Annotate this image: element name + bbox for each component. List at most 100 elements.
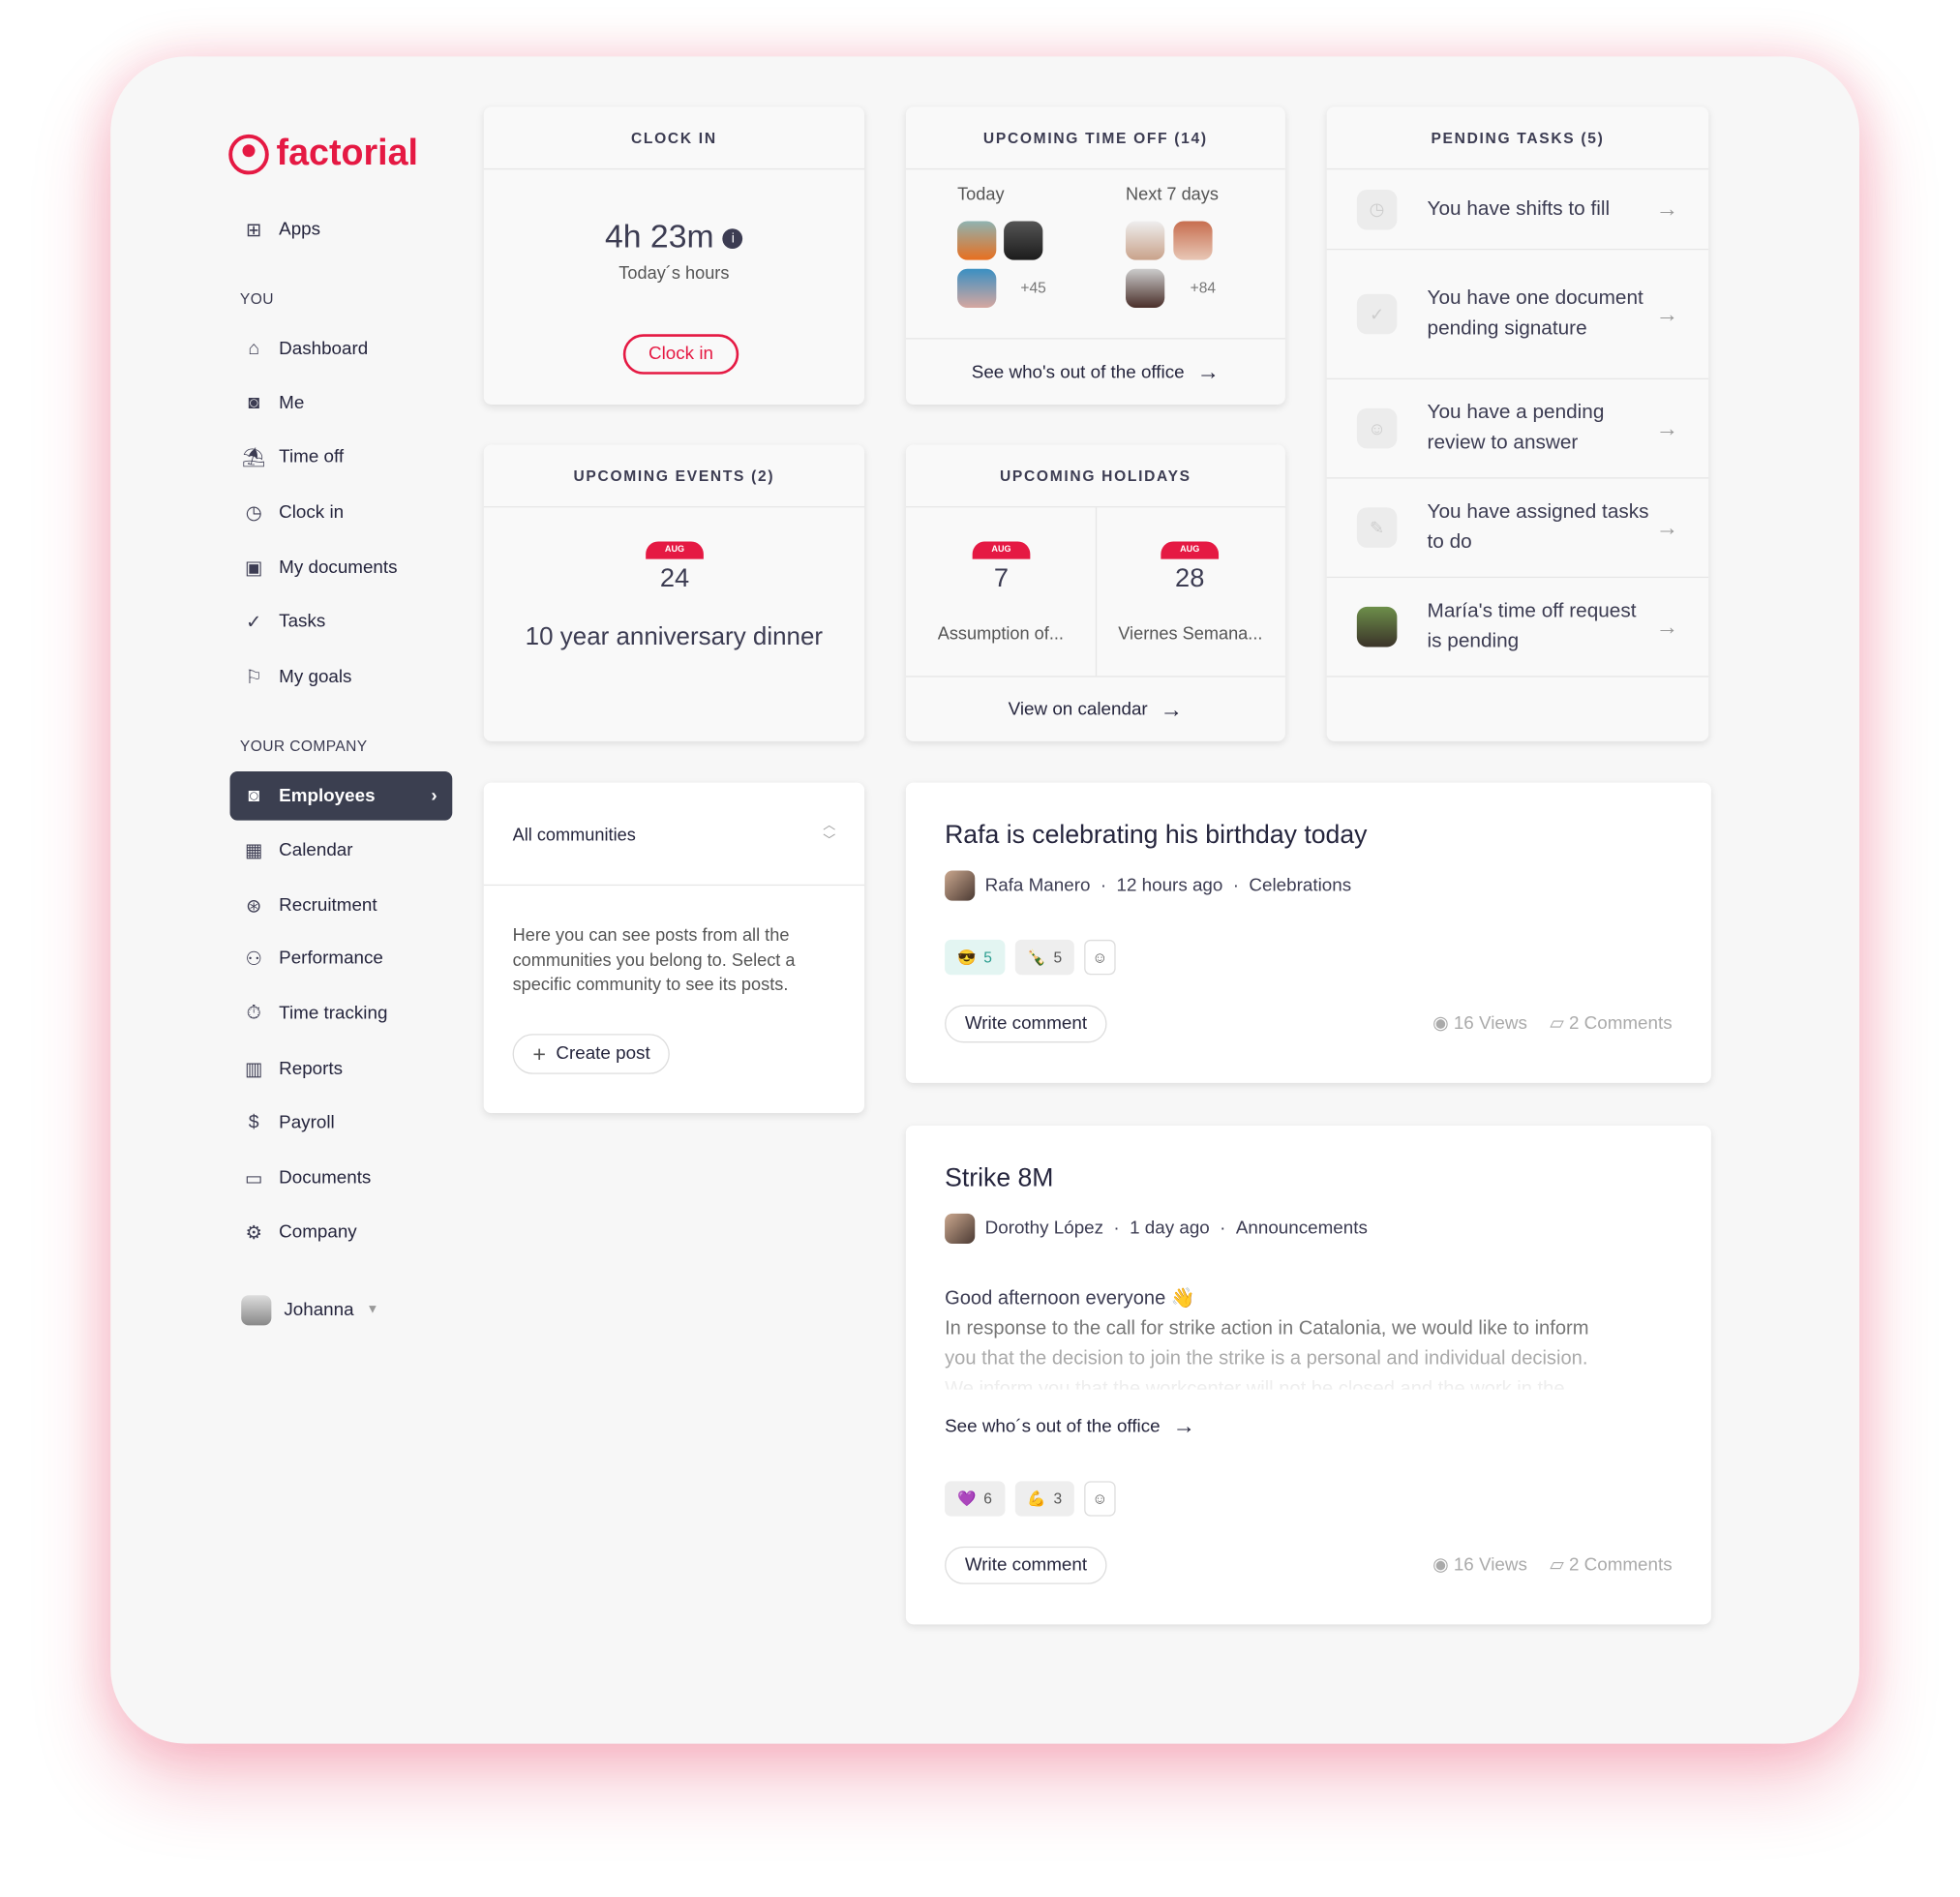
task-item[interactable]: ✓ You have one document pending signature… [1326,250,1709,379]
avatar [241,1294,272,1325]
hours-value: 4h 23m [605,217,714,256]
emoji: 💜 [957,1490,977,1508]
sidebar-item-my-goals[interactable]: ⚐ My goals [230,652,453,702]
sidebar-item-clock-in[interactable]: ◷ Clock in [230,488,453,537]
write-comment-button[interactable]: Write comment [945,1546,1107,1584]
sidebar-item-me[interactable]: ◙ Me [230,378,453,428]
reaction[interactable]: 😎 5 [945,939,1005,976]
community[interactable]: Celebrations [1249,876,1351,896]
smiley-plus-icon: ☺ [1092,948,1108,967]
post-meta: Dorothy López · 1 day ago · Announcements [945,1213,1368,1245]
card-title: UPCOMING HOLIDAYS [905,444,1285,508]
hours-subtitle: Today´s hours [618,262,730,284]
factorial-logo[interactable]: factorial [228,134,418,175]
author-avatar[interactable] [945,1213,976,1245]
avatar[interactable] [1126,268,1165,309]
post-meta: Rafa Manero · 12 hours ago · Celebrations [945,870,1351,901]
sidebar-item-tasks[interactable]: ✓ Tasks [230,597,453,647]
sidebar-item-apps[interactable]: ⊞ Apps [230,205,453,255]
nav-label: My goals [279,666,352,687]
emoji: 😎 [957,948,977,967]
comments[interactable]: ▱ 2 Comments [1550,1555,1672,1576]
author[interactable]: Rafa Manero [985,876,1091,896]
post-stats: ◉ 16 Views ▱ 2 Comments [1432,1013,1672,1034]
add-reaction-button[interactable]: ☺ [1084,1481,1116,1517]
sidebar-item-calendar[interactable]: ▦ Calendar [230,826,453,875]
author[interactable]: Dorothy López [985,1219,1103,1239]
nav-label: Company [279,1221,357,1243]
holiday-name[interactable]: Viernes Semana... [1096,623,1285,644]
author-avatar[interactable] [945,870,976,901]
view-on-calendar-link[interactable]: View on calendar → [906,678,1285,742]
folder-user-icon: ▣ [244,557,263,579]
upcoming-events-card: UPCOMING EVENTS (2) AUG 24 10 year annive… [483,444,865,741]
views-count: 16 Views [1453,1554,1527,1576]
write-comment-button[interactable]: Write comment [945,1005,1107,1043]
folder-icon: ▭ [244,1167,263,1189]
community-select[interactable]: All communities ︿ ﹀ [483,783,865,887]
comments[interactable]: ▱ 2 Comments [1550,1013,1672,1034]
sidebar-item-reports[interactable]: ▥ Reports [230,1044,453,1094]
holiday-name[interactable]: Assumption of... [906,623,1096,644]
reaction[interactable]: 💪 3 [1014,1481,1075,1517]
sidebar-item-company[interactable]: ⚙ Company [230,1207,453,1256]
avatar[interactable] [957,221,997,260]
sidebar-item-time-off[interactable]: ⛱ Time off [230,433,453,482]
user-menu[interactable]: Johanna ▼ [230,1285,453,1335]
post-title[interactable]: Strike 8M [945,1163,1053,1193]
reaction[interactable]: 🍾 5 [1014,939,1075,976]
avatar[interactable] [957,268,997,309]
month: AUG [1161,541,1220,559]
avatar [1356,606,1398,647]
see-whos-out-link[interactable]: See who's out of the office → [906,339,1285,406]
eye-icon: ◉ [1432,1554,1449,1576]
clock-in-button[interactable]: Clock in [622,334,739,375]
more-count[interactable]: +84 [1184,279,1222,296]
apps-icon: ⊞ [246,219,262,241]
community[interactable]: Announcements [1236,1219,1368,1239]
post-title[interactable]: Rafa is celebrating his birthday today [945,821,1367,851]
reaction[interactable]: 💜 6 [945,1481,1005,1517]
task-item[interactable]: María's time off request is pending → [1326,578,1709,678]
selected-community: All communities [512,823,636,844]
arrow-right-icon: → [1655,414,1679,440]
nav-label: Documents [279,1167,372,1189]
check-circle-icon: ✓ [246,611,262,633]
sidebar-item-dashboard[interactable]: ⌂ Dashboard [230,324,453,374]
arrow-right-icon: → [1655,514,1679,540]
nav-label: Performance [279,948,383,969]
info-icon[interactable]: i [722,228,743,250]
employees-icon: ◙ [248,785,260,807]
eye-icon: ◉ [1432,1013,1449,1035]
avatar[interactable] [1004,221,1043,260]
post-stats: ◉ 16 Views ▱ 2 Comments [1432,1555,1672,1576]
sidebar-item-employees[interactable]: ◙ Employees › [229,770,453,821]
gear-icon: ⚙ [245,1221,262,1244]
add-reaction-button[interactable]: ☺ [1084,939,1116,976]
sidebar-item-my-documents[interactable]: ▣ My documents [230,543,453,592]
clock-in-card: CLOCK IN 4h 23m i Today´s hours Clock in [483,106,865,405]
comments-count: 2 Comments [1568,1013,1673,1035]
task-item[interactable]: ☺ You have a pending review to answer → [1326,379,1709,479]
user-name: Johanna [284,1299,354,1320]
sidebar-item-performance[interactable]: ⚇ Performance [230,933,453,982]
avatar[interactable] [1173,221,1213,260]
task-item[interactable]: ◷ You have shifts to fill → [1326,169,1709,251]
see-whos-out-link[interactable]: See who´s out of the office → [945,1413,1195,1439]
sidebar-item-time-tracking[interactable]: ⏱ Time tracking [230,989,453,1039]
post-time: 12 hours ago [1116,875,1223,896]
sidebar-item-recruitment[interactable]: ⊛ Recruitment [230,881,453,930]
next-7-days-label: Next 7 days [1126,183,1219,204]
emoji: 💪 [1027,1490,1046,1508]
create-post-button[interactable]: + Create post [512,1034,671,1074]
nav-label: Time tracking [279,1003,388,1024]
event-name[interactable]: 10 year anniversary dinner [522,620,827,653]
sidebar-item-documents[interactable]: ▭ Documents [230,1154,453,1203]
task-text: You have a pending review to answer [1427,402,1605,454]
pending-tasks-card: PENDING TASKS (5) ◷ You have shifts to fi… [1326,106,1709,741]
more-count[interactable]: +45 [1013,279,1052,296]
task-item[interactable]: ✎ You have assigned tasks to do → [1326,479,1709,579]
avatar[interactable] [1126,221,1165,260]
comments-icon: ▱ [1550,1554,1564,1576]
sidebar-item-payroll[interactable]: $ Payroll [230,1098,453,1147]
